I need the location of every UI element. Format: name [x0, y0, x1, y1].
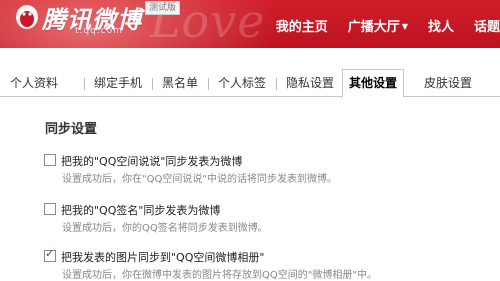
tab-other-settings[interactable]: 其他设置: [342, 69, 405, 98]
signature-sync-label[interactable]: 把我的"QQ签名"同步发表为微博: [61, 204, 220, 217]
chevron-down-icon: ▼: [401, 21, 408, 31]
sync-option-qzone: 把我的"QQ空间说说"同步发表为微博: [44, 150, 242, 169]
tab-privacy[interactable]: 隐私设置: [286, 70, 334, 96]
tab-divider: [208, 78, 209, 90]
beta-badge: 测试版: [145, 1, 181, 15]
nav-my-home[interactable]: 我的主页: [276, 16, 328, 35]
qzone-sync-desc: 设置成功后，你在"QQ空间说说"中说的话将同步发表到微博。: [62, 174, 337, 185]
logo-domain: t.qq.com: [75, 26, 123, 36]
photo-sync-checkbox[interactable]: [44, 247, 56, 262]
nav-topics[interactable]: 话题: [474, 16, 500, 35]
photo-sync-label[interactable]: 把我发表的图片同步到"QQ空间微博相册": [61, 251, 264, 264]
qq-logo-icon[interactable]: [12, 2, 42, 36]
tab-blacklist[interactable]: 黑名单: [162, 70, 198, 96]
tab-skin[interactable]: 皮肤设置: [424, 70, 472, 96]
main-nav: 我的主页 广播大厅 ▼ 找人 话题: [276, 15, 500, 35]
top-header: Love 腾讯微博 t.qq.com 测试版 我的主页 广播大厅 ▼ 找人 话题: [0, 0, 500, 48]
tab-divider: [152, 78, 153, 90]
tab-personal-tags[interactable]: 个人标签: [218, 70, 266, 96]
qzone-sync-checkbox[interactable]: [44, 153, 56, 166]
qzone-sync-label[interactable]: 把我的"QQ空间说说"同步发表为微博: [61, 155, 242, 168]
nav-find-people[interactable]: 找人: [428, 16, 454, 35]
tab-divider: [276, 78, 277, 90]
sync-option-signature: 把我的"QQ签名"同步发表为微博: [44, 199, 220, 218]
sync-section-title: 同步设置: [45, 122, 98, 137]
tab-profile[interactable]: 个人资料: [10, 70, 58, 96]
tab-divider: [84, 78, 85, 90]
sync-option-photos: 把我发表的图片同步到"QQ空间微博相册": [44, 246, 264, 265]
nav-broadcast-hall[interactable]: 广播大厅 ▼: [348, 16, 408, 35]
photo-sync-desc: 设置成功后，你在微博中发表的图片将存放到QQ空间的"微博相册"中。: [62, 270, 377, 281]
nav-broadcast-hall-label: 广播大厅: [347, 19, 400, 35]
signature-sync-desc: 设置成功后，你的QQ签名将同步发表到微博。: [62, 223, 268, 234]
tab-bind-phone[interactable]: 绑定手机: [94, 70, 142, 96]
settings-tabs: 个人资料 绑定手机 黑名单 个人标签 隐私设置 其他设置 皮肤设置: [0, 69, 500, 98]
signature-sync-checkbox[interactable]: [44, 202, 56, 215]
